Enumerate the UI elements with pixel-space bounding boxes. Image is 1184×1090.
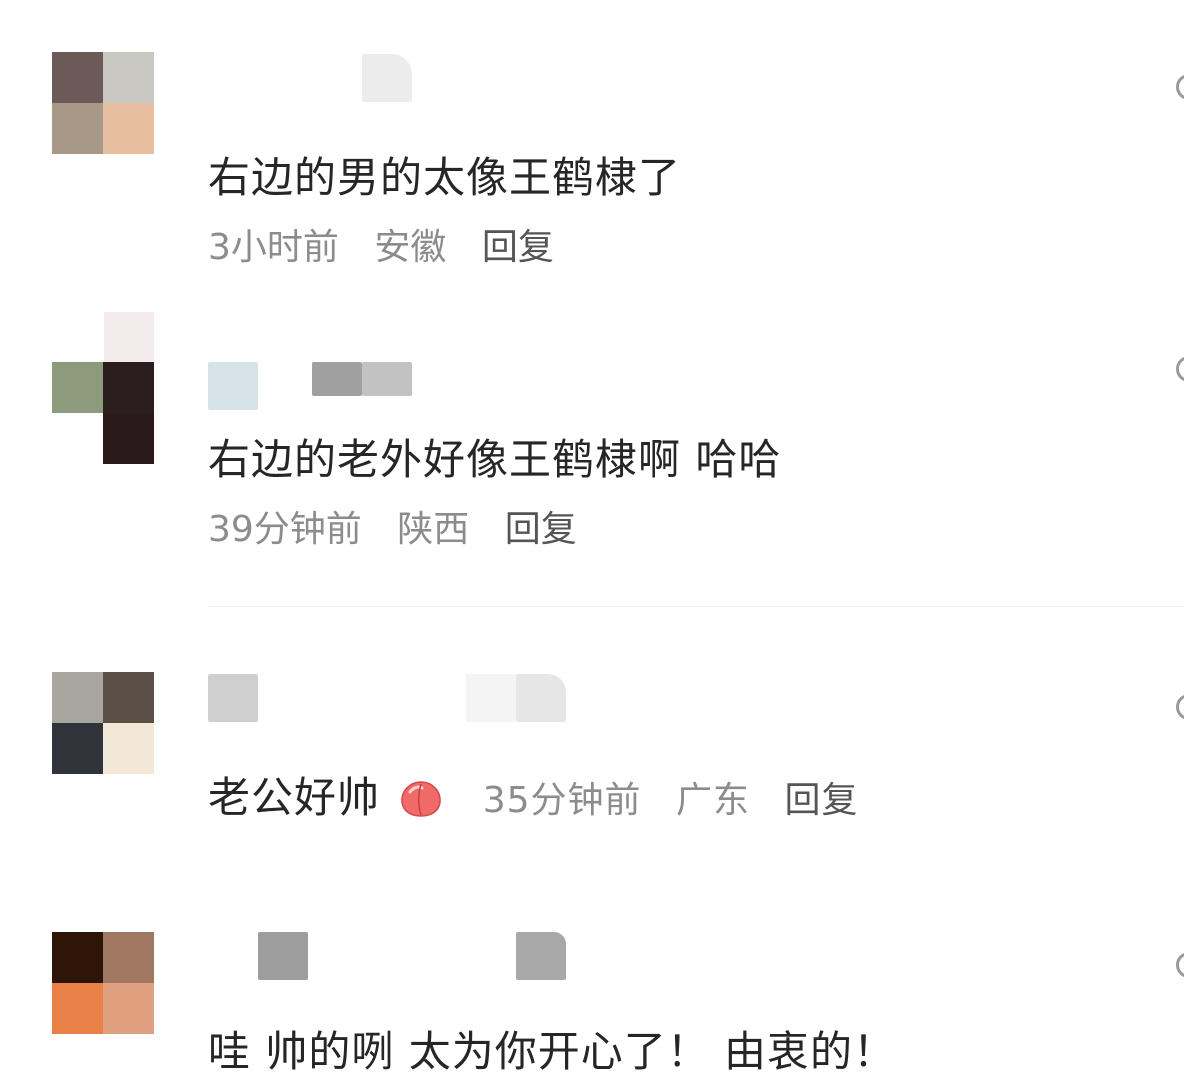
peach-emoji-icon (401, 781, 442, 817)
like-icon[interactable] (1176, 74, 1184, 100)
divider (208, 606, 1184, 607)
comment-text: 老公好帅 (208, 773, 381, 822)
comment-time: 35分钟前 (482, 780, 642, 821)
username-block (516, 674, 566, 722)
comment-meta: 35分钟前 广东 回复 (483, 780, 859, 821)
like-icon[interactable] (1176, 694, 1184, 720)
avatar-pixel (103, 672, 154, 723)
username-block (208, 674, 258, 722)
avatar-pixel (103, 103, 154, 154)
username-block (516, 932, 566, 980)
like-icon[interactable] (1176, 952, 1184, 978)
avatar-pixel (52, 52, 103, 103)
avatar[interactable] (52, 932, 154, 1034)
comment-location: 陕西 (397, 509, 470, 550)
avatar-pixel (52, 983, 103, 1034)
username-block (466, 674, 516, 722)
comment-text: 哇 帅的咧 太为你开心了！ 由衷的！ (208, 1027, 897, 1076)
avatar-pixel (103, 983, 154, 1034)
avatar-pixel (103, 362, 154, 413)
comment-text-row: 老公好帅 35分钟前 广东 回复 (208, 772, 858, 827)
username-block (362, 54, 412, 102)
avatar-top-fragment (104, 312, 154, 362)
comment-time: 39分钟前 (208, 509, 362, 550)
like-icon[interactable] (1176, 356, 1184, 382)
username-block (258, 932, 308, 980)
avatar-pixel (52, 362, 103, 413)
avatar[interactable] (52, 52, 154, 154)
avatar[interactable] (52, 362, 154, 464)
avatar-pixel (52, 103, 103, 154)
avatar-pixel (52, 672, 103, 723)
username-block (208, 362, 258, 410)
comment-location: 广东 (676, 780, 751, 821)
comment-meta: 3小时前 安徽 回复 (208, 226, 554, 270)
comment-time: 3小时前 (208, 227, 339, 268)
comment-meta: 39分钟前 陕西 回复 (208, 508, 577, 552)
avatar-pixel (52, 723, 103, 774)
avatar-pixel (103, 932, 154, 983)
username-block (362, 362, 412, 396)
reply-button[interactable]: 回复 (505, 509, 577, 550)
avatar[interactable] (52, 672, 154, 774)
username-block (312, 362, 362, 396)
avatar-pixel (52, 413, 103, 464)
comment-text: 右边的男的太像王鹤棣了 (208, 153, 682, 202)
avatar-pixel (103, 413, 154, 464)
avatar-pixel (103, 723, 154, 774)
comment-location: 安徽 (374, 227, 447, 268)
reply-button[interactable]: 回复 (482, 227, 554, 268)
avatar-pixel (52, 932, 103, 983)
avatar-pixel (103, 52, 154, 103)
reply-button[interactable]: 回复 (784, 780, 858, 821)
comment-text: 右边的老外好像王鹤棣啊 哈哈 (208, 435, 782, 484)
username-block (208, 54, 258, 102)
